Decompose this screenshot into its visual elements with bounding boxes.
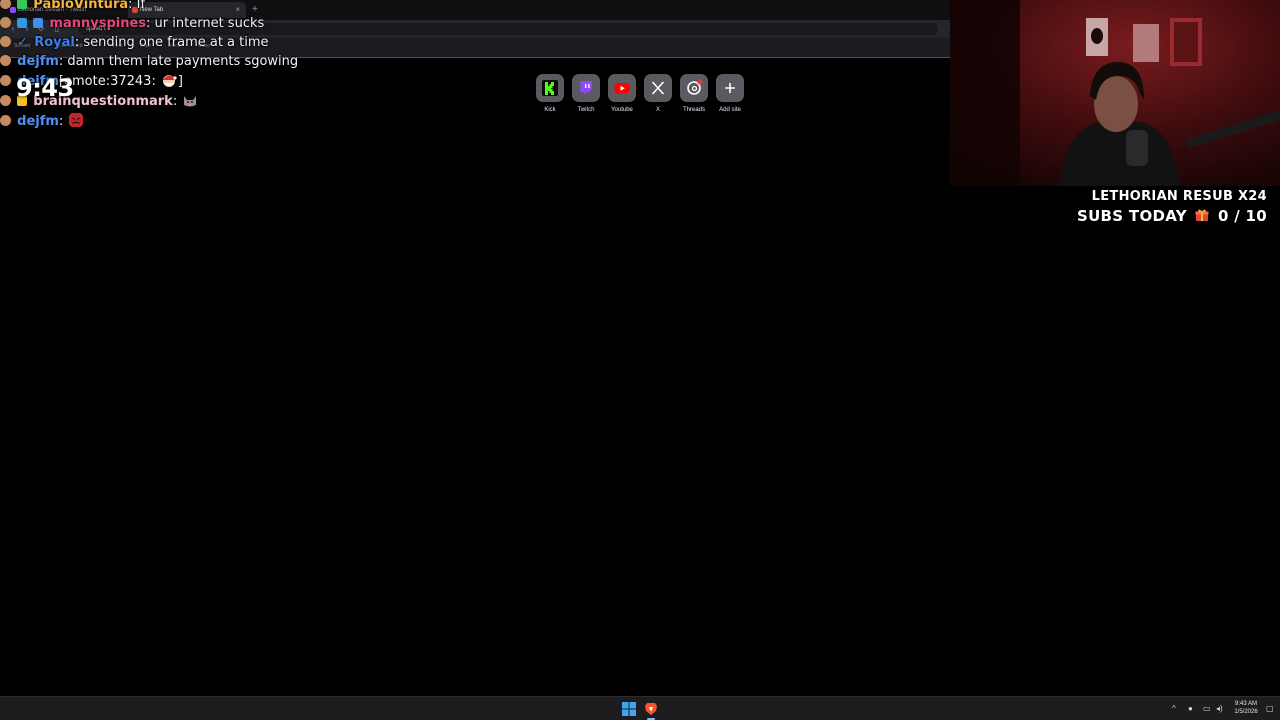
chat-overlay: PabloVintura: If mannyspines: ur interne… — [0, 0, 420, 140]
chat-text: : ur internet sucks — [146, 16, 265, 31]
taskbar: ^ ● ▭ ◂) 9:43 AM 1/5/2026 ▢ — [0, 696, 1280, 720]
subs-today: SUBS TODAY 0 / 10 — [1077, 206, 1267, 226]
chat-message: dejfm: — [0, 111, 85, 131]
angry-emote-icon — [67, 111, 85, 129]
network-icon[interactable]: ▭ — [1203, 703, 1211, 715]
brave-browser-icon[interactable] — [644, 702, 658, 720]
chat-username: mannyspines — [49, 16, 147, 31]
system-clock[interactable]: 9:43 AM 1/5/2026 — [1226, 700, 1266, 716]
plus-icon — [716, 74, 744, 102]
stream-screen: Lethorian Stream - Twitch New Tab × + ‹ … — [0, 0, 1280, 720]
chat-username: dejfm — [17, 114, 59, 129]
gift-icon — [1195, 207, 1209, 221]
notification-icon[interactable]: ▢ — [1266, 703, 1274, 715]
kick-icon — [536, 74, 564, 102]
sub-badge-icon — [17, 0, 28, 9]
webcam-feed — [950, 0, 1280, 186]
chat-text: : If — [128, 0, 146, 12]
chat-message: mannyspines: ur internet sucks — [0, 14, 264, 34]
moderator-check-icon: ✓ — [17, 35, 29, 50]
chat-message: PabloVintura: If — [0, 0, 145, 15]
santa-badge-icon — [0, 75, 11, 86]
threads-icon — [680, 74, 708, 102]
x-icon — [644, 74, 672, 102]
santa-badge-icon — [0, 115, 11, 126]
subs-label: SUBS TODAY — [1076, 207, 1187, 225]
chat-text: : sending one frame at a time — [74, 35, 269, 50]
santa-badge-icon — [0, 55, 11, 66]
moderator-sword-icon — [33, 18, 44, 28]
resub-alert: LETHORIAN RESUB X24 — [1091, 189, 1267, 204]
system-date: 1/5/2026 — [1234, 709, 1258, 715]
santa-badge-icon — [0, 0, 11, 9]
chat-text: : — [58, 114, 64, 129]
chat-message: dejfm: damn them late payments sgowing — [0, 52, 298, 72]
chat-username: Royal — [34, 35, 75, 50]
microphone-icon[interactable]: ● — [1188, 703, 1193, 715]
chat-text-suffix: ] — [177, 74, 183, 89]
stream-alerts: LETHORIAN RESUB X24 SUBS TODAY 0 / 10 — [1077, 188, 1267, 226]
volume-icon[interactable]: ◂) — [1216, 703, 1223, 715]
start-windows-icon[interactable] — [622, 702, 636, 716]
shortcut-tiles: Kick Twitch Youtube X Threads Add site — [532, 74, 748, 118]
cat-emote-icon — [181, 91, 199, 109]
shortcut-label: Add site — [719, 107, 741, 113]
chat-text: : — [172, 94, 178, 109]
tray-chevron-icon[interactable]: ^ — [1172, 703, 1176, 715]
santa-badge-icon — [0, 95, 11, 106]
webcam-image — [950, 0, 1280, 186]
subs-count: 0 / 10 — [1217, 207, 1267, 225]
chat-username: PabloVintura — [33, 0, 129, 12]
santa-badge-icon — [0, 36, 11, 47]
santa-emote-icon — [160, 71, 178, 89]
chat-text: : damn them late payments sgowing — [58, 54, 299, 69]
cube-badge-icon — [17, 18, 28, 28]
chat-username: dejfm — [17, 54, 59, 69]
twitch-icon — [572, 74, 600, 102]
stream-clock: 9:43 — [16, 74, 74, 102]
system-time: 9:43 AM — [1234, 701, 1257, 707]
youtube-icon — [608, 74, 636, 102]
chat-message: ✓ Royal: sending one frame at a time — [0, 33, 269, 53]
santa-badge-icon — [0, 17, 11, 28]
